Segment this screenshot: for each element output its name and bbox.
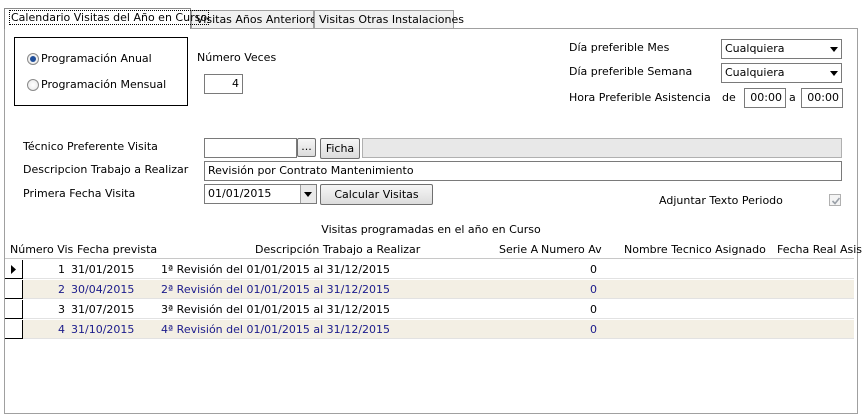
cell-numero-av: 0 [590, 283, 597, 296]
cell-descripcion: 4ª Revisión del 01/01/2015 al 31/12/2015 [161, 323, 391, 336]
cell-numero-av: 0 [590, 323, 597, 336]
cell-fecha-prevista: 31/07/2015 [71, 303, 135, 316]
programacion-group [14, 37, 188, 106]
col-numero-vis[interactable]: Número Vis [10, 243, 73, 256]
col-fecha-prevista[interactable]: Fecha prevista [77, 243, 157, 256]
chevron-down-icon [830, 71, 838, 76]
ficha-button[interactable]: Ficha [320, 138, 360, 159]
table-row[interactable]: 1 31/01/2015 1ª Revisión del 01/01/2015 … [5, 260, 854, 279]
calcular-visitas-button[interactable]: Calcular Visitas [320, 184, 433, 205]
descripcion-label: Descripcion Trabajo a Realizar [23, 163, 189, 176]
tab-label: Visitas Años Anteriores [196, 13, 323, 26]
programacion-mensual-label[interactable]: Programación Mensual [41, 78, 166, 91]
cell-numero-vis: 2 [58, 283, 65, 296]
adjuntar-texto-checkbox[interactable] [829, 194, 841, 206]
cell-fecha-prevista: 31/01/2015 [71, 263, 135, 276]
cell-numero-av: 0 [590, 303, 597, 316]
programacion-anual-label[interactable]: Programación Anual [41, 52, 152, 65]
dia-mes-label: Día preferible Mes [569, 41, 670, 54]
tecnico-browse-button[interactable]: ... [297, 138, 316, 157]
adjuntar-texto-label: Adjuntar Texto Periodo [659, 194, 783, 207]
cell-numero-av: 0 [590, 263, 597, 276]
tab-visitas-otras-instalaciones[interactable]: Visitas Otras Instalaciones [314, 10, 464, 29]
row-selector[interactable] [5, 260, 23, 279]
grid-header: Número Vis Fecha prevista Descripción Tr… [5, 241, 862, 259]
dropdown-button [300, 185, 316, 203]
descripcion-input[interactable]: Revisión por Contrato Mantenimiento [204, 161, 842, 181]
tab-calendario-visitas[interactable]: Calendario Visitas del Año en Curso [4, 8, 210, 29]
tecnico-input[interactable] [204, 138, 297, 158]
primera-fecha-label: Primera Fecha Visita [23, 187, 136, 200]
hora-de-label: de [722, 91, 736, 104]
programacion-mensual-radio[interactable] [27, 79, 39, 91]
col-serie-a[interactable]: Serie A [499, 243, 538, 256]
table-row[interactable]: 4 31/10/2015 4ª Revisión del 01/01/2015 … [5, 320, 854, 339]
chevron-down-icon [830, 47, 838, 52]
tecnico-nombre-field [362, 138, 842, 158]
tecnico-label: Técnico Preferente Visita [23, 140, 158, 153]
checkmark-icon [831, 197, 841, 205]
col-fecha-real[interactable]: Fecha Real Asis [777, 243, 862, 256]
primera-fecha-picker[interactable]: 01/01/2015 [204, 184, 317, 204]
dia-semana-select[interactable]: Cualquiera [721, 63, 842, 83]
dia-semana-label: Día preferible Semana [569, 65, 693, 78]
tab-label: Visitas Otras Instalaciones [319, 13, 464, 26]
row-selector[interactable] [5, 280, 23, 299]
cell-descripcion: 2ª Revisión del 01/01/2015 al 31/12/2015 [161, 283, 391, 296]
row-selector[interactable] [5, 320, 23, 339]
hora-a-label: a [789, 91, 796, 104]
cell-numero-vis: 3 [58, 303, 65, 316]
tab-bar: Calendario Visitas del Año en Curso Visi… [4, 8, 858, 29]
cell-fecha-prevista: 30/04/2015 [71, 283, 135, 296]
dia-mes-value: Cualquiera [725, 42, 785, 55]
table-row[interactable]: 3 31/07/2015 3ª Revisión del 01/01/2015 … [5, 300, 854, 319]
hora-hasta-input[interactable]: 00:00 [801, 88, 843, 108]
table-row[interactable]: 2 30/04/2015 2ª Revisión del 01/01/2015 … [5, 280, 854, 299]
hora-preferible-label: Hora Preferible Asistencia [569, 91, 711, 104]
cell-descripcion: 1ª Revisión del 01/01/2015 al 31/12/2015 [161, 263, 391, 276]
cell-fecha-prevista: 31/10/2015 [71, 323, 135, 336]
cell-numero-vis: 1 [58, 263, 65, 276]
numero-veces-input[interactable]: 4 [204, 74, 243, 94]
dia-mes-select[interactable]: Cualquiera [721, 39, 842, 59]
current-row-icon [11, 265, 16, 274]
col-numero-av[interactable]: Numero Av [541, 243, 602, 256]
numero-veces-label: Número Veces [197, 51, 277, 64]
dia-semana-value: Cualquiera [725, 66, 785, 79]
hora-desde-input[interactable]: 00:00 [744, 88, 786, 108]
chevron-down-icon [304, 192, 312, 197]
tab-visitas-anteriores[interactable]: Visitas Años Anteriores [191, 10, 323, 29]
col-nombre-tecnico[interactable]: Nombre Tecnico Asignado [624, 243, 766, 256]
cell-descripcion: 3ª Revisión del 01/01/2015 al 31/12/2015 [161, 303, 391, 316]
tab-label: Calendario Visitas del Año en Curso [9, 10, 210, 25]
cell-numero-vis: 4 [58, 323, 65, 336]
row-selector[interactable] [5, 300, 23, 319]
programacion-anual-radio[interactable] [27, 53, 39, 65]
col-descripcion[interactable]: Descripción Trabajo a Realizar [255, 243, 420, 256]
primera-fecha-value: 01/01/2015 [208, 187, 272, 200]
grid-title: Visitas programadas en el año en Curso [321, 223, 541, 236]
